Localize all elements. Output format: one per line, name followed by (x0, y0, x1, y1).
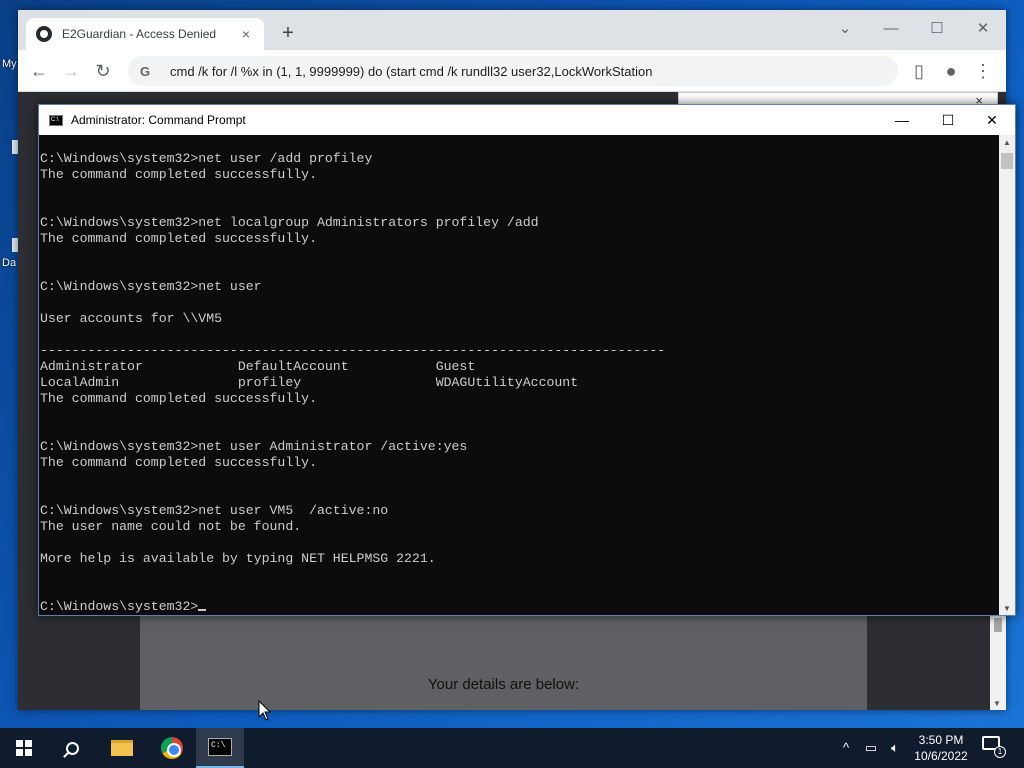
cmd-icon: C:\ (208, 738, 232, 756)
scroll-down-icon[interactable]: ▼ (1003, 604, 1011, 613)
search-icon (65, 741, 79, 755)
scrollbar-thumb[interactable] (994, 618, 1002, 632)
cmd-maximize-button[interactable]: ☐ (925, 105, 971, 135)
browser-toolbar: ← → ↻ G cmd /k for /l %x in (1, 1, 99999… (18, 50, 1006, 92)
new-tab-button[interactable]: + (276, 22, 300, 46)
page-scrollbar[interactable]: ▼ (990, 612, 1006, 710)
volume-icon[interactable]: 🔈︎ (884, 728, 906, 768)
network-icon[interactable]: ▭ (860, 728, 882, 768)
search-button[interactable] (48, 728, 96, 768)
back-icon[interactable]: ← (26, 58, 52, 84)
cmd-title: Administrator: Command Prompt (71, 113, 246, 127)
google-icon: G (140, 63, 151, 79)
github-icon (36, 26, 52, 42)
tab-strip: E2Guardian - Access Denied × + ⌄ — ☐ ✕ (18, 10, 1006, 50)
desktop-icon-label[interactable]: My (2, 58, 17, 70)
folder-icon (111, 740, 133, 756)
details-panel: Your details are below: (140, 612, 867, 710)
desktop-icon-label[interactable]: Da (2, 257, 16, 269)
chevron-up-icon[interactable]: ^ (836, 728, 856, 768)
cmd-title-bar[interactable]: C:\ Administrator: Command Prompt — ☐ ✕ (39, 105, 1015, 135)
start-button[interactable] (0, 728, 48, 768)
address-bar[interactable]: G cmd /k for /l %x in (1, 1, 9999999) do… (128, 56, 898, 86)
side-panel-icon[interactable]: ▯ (906, 58, 932, 84)
console-text: C:\Windows\system32>net user /add profil… (40, 151, 666, 614)
maximize-button[interactable]: ☐ (922, 16, 952, 42)
clock-time: 3:50 PM (918, 733, 964, 747)
cmd-minimize-button[interactable]: — (879, 105, 925, 135)
close-window-button[interactable]: ✕ (968, 16, 998, 42)
tab-title: E2Guardian - Access Denied (62, 27, 217, 41)
notification-button[interactable]: 1 (982, 736, 1006, 758)
scrollbar-thumb[interactable] (1001, 153, 1013, 169)
cmd-scrollbar[interactable]: ▲ ▼ (999, 135, 1015, 615)
details-heading: Your details are below: (427, 676, 580, 693)
file-explorer-button[interactable] (98, 728, 146, 768)
tab-search-icon[interactable]: ⌄ (830, 16, 860, 42)
cmd-close-button[interactable]: ✕ (969, 105, 1015, 135)
browser-tab[interactable]: E2Guardian - Access Denied × (26, 18, 264, 50)
windows-icon (16, 740, 32, 756)
console-output[interactable]: C:\Windows\system32>net user /add profil… (39, 135, 999, 615)
text-cursor (198, 609, 207, 611)
command-prompt-window: C:\ Administrator: Command Prompt — ☐ ✕ … (38, 104, 1016, 616)
notification-count: 1 (994, 746, 1006, 758)
address-bar-text[interactable]: cmd /k for /l %x in (1, 1, 9999999) do (… (170, 64, 652, 79)
chrome-button[interactable] (148, 728, 196, 768)
scroll-down-icon[interactable]: ▼ (993, 699, 1001, 708)
scroll-up-icon[interactable]: ▲ (1003, 138, 1011, 147)
cmd-icon: C:\ (49, 114, 63, 126)
clock-date: 10/6/2022 (914, 749, 968, 763)
minimize-button[interactable]: — (876, 16, 906, 42)
cmd-taskbar-button[interactable]: C:\ (196, 728, 244, 768)
reload-icon[interactable]: ↻ (90, 58, 116, 84)
mouse-pointer-icon (258, 700, 272, 721)
taskbar: C:\ ^ ▭ 🔈︎ 3:50 PM 10/6/2022 1 (0, 728, 1024, 768)
clock[interactable]: 3:50 PM 10/6/2022 (912, 732, 970, 764)
menu-icon[interactable]: ⋮ (970, 58, 996, 84)
chrome-icon (161, 737, 183, 759)
profile-icon[interactable]: ● (938, 58, 964, 84)
forward-icon[interactable]: → (58, 58, 84, 84)
tab-close-button[interactable]: × (238, 26, 254, 42)
